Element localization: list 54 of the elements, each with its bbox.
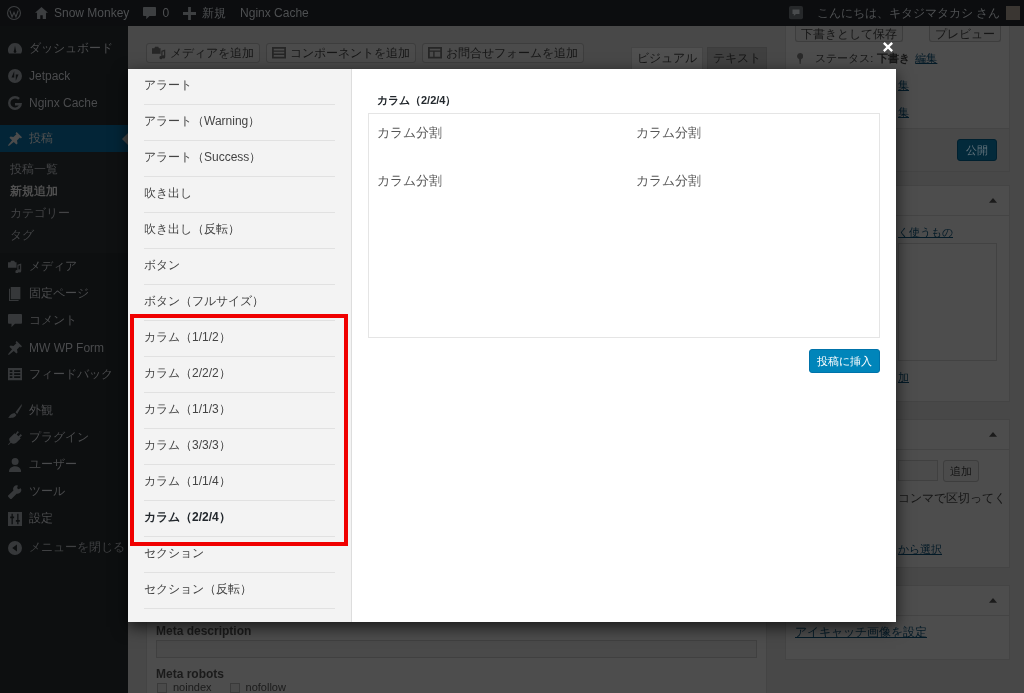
menu-item[interactable]: Nginx Cache bbox=[0, 89, 128, 116]
collapse-arrow-icon bbox=[8, 540, 22, 555]
submenu-item[interactable]: 新規追加 bbox=[0, 180, 128, 202]
document-icon bbox=[9, 286, 21, 301]
g-shape-icon bbox=[8, 95, 22, 110]
form-icon bbox=[428, 47, 442, 59]
speech-bubble-icon bbox=[143, 6, 157, 20]
publish-button[interactable]: 公開 bbox=[957, 139, 997, 161]
avatar-placeholder bbox=[1006, 6, 1020, 20]
menu-pointer-icon bbox=[122, 132, 128, 145]
pushpin-icon bbox=[8, 340, 22, 355]
edit-link[interactable]: 編集 bbox=[915, 53, 938, 64]
camera-note-icon bbox=[8, 259, 22, 274]
site-name-link[interactable]: Snow Monkey bbox=[28, 0, 137, 26]
comments-link[interactable]: 0 bbox=[136, 0, 177, 26]
plug-icon bbox=[8, 430, 22, 445]
logo-icon[interactable] bbox=[7, 6, 21, 20]
person-icon bbox=[8, 457, 22, 472]
choose-tags-link[interactable]: から選択 bbox=[898, 543, 942, 555]
preview-text: カラム分割 bbox=[636, 125, 701, 141]
category-tab-link[interactable]: く使うもの bbox=[898, 226, 953, 238]
cache-menu-link[interactable]: Nginx Cache bbox=[233, 0, 316, 26]
pushpin-icon bbox=[8, 131, 22, 146]
new-content-link[interactable]: 新規 bbox=[176, 0, 234, 26]
insert-button[interactable]: 投稿に挿入 bbox=[809, 349, 880, 373]
paintbrush-icon bbox=[8, 403, 22, 418]
add-category-link[interactable]: 加 bbox=[898, 371, 909, 383]
speech-bubble-tile-icon[interactable] bbox=[788, 6, 803, 20]
menu-item[interactable]: MW WP Form bbox=[0, 334, 128, 361]
house-icon bbox=[35, 6, 48, 20]
menu-item[interactable]: Jetpack bbox=[0, 62, 128, 89]
close-icon[interactable] bbox=[883, 42, 893, 52]
plus-icon bbox=[183, 6, 197, 20]
triangle-up-icon[interactable] bbox=[989, 198, 997, 203]
tag-input-field[interactable] bbox=[898, 460, 938, 481]
gauge-icon bbox=[8, 43, 22, 54]
preview-text: カラム分割 bbox=[636, 173, 701, 189]
list-panel-icon bbox=[272, 47, 286, 59]
preview-title: カラム（2/2/4） bbox=[377, 93, 457, 107]
map-pin-icon bbox=[797, 53, 804, 64]
menu-item[interactable]: 投稿 bbox=[0, 125, 128, 152]
speech-bubble-icon bbox=[8, 313, 22, 328]
camera-note-icon bbox=[152, 46, 166, 60]
list-form-icon bbox=[8, 368, 22, 381]
triangle-up-icon[interactable] bbox=[989, 432, 997, 437]
sliders-icon bbox=[8, 511, 22, 526]
triangle-up-icon[interactable] bbox=[989, 598, 997, 603]
preview-text: カラム分割 bbox=[377, 125, 442, 141]
edit-link[interactable]: 集 bbox=[898, 79, 909, 91]
menu-item[interactable]: 外観 bbox=[0, 397, 128, 424]
preview-text: カラム分割 bbox=[377, 173, 442, 189]
edit-link[interactable]: 集 bbox=[898, 106, 909, 118]
category-checklist[interactable] bbox=[898, 243, 997, 361]
wrench-icon bbox=[8, 484, 22, 499]
